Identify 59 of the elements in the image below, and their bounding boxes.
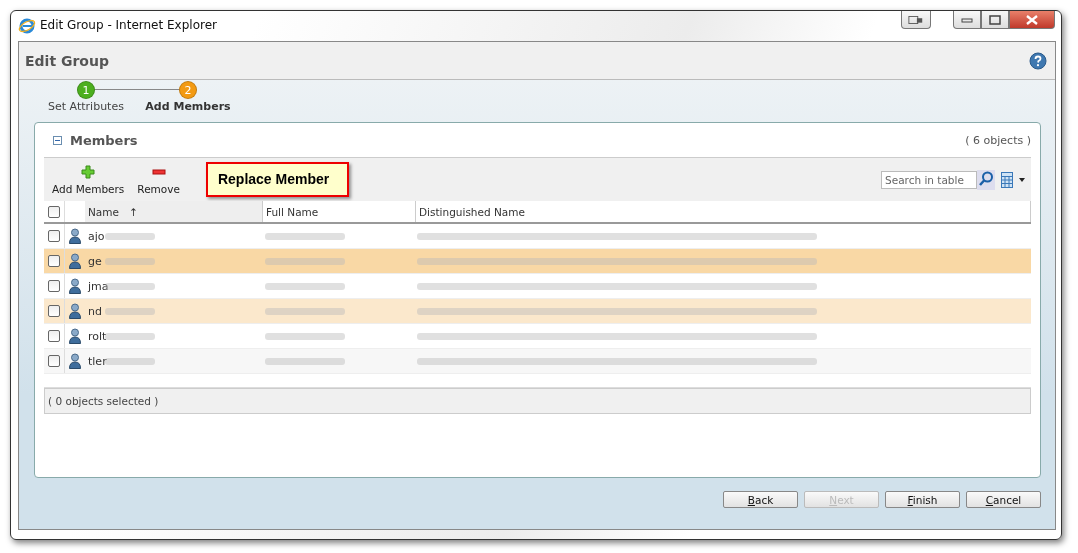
table-cell-text: tler <box>87 354 107 368</box>
compatibility-button[interactable] <box>901 11 931 29</box>
table-row[interactable]: tler <box>44 349 1031 374</box>
user-icon <box>69 228 81 244</box>
dropdown-caret-icon[interactable] <box>1019 177 1025 182</box>
minimize-icon <box>961 16 973 23</box>
wizard-button[interactable]: Cancel <box>966 491 1041 508</box>
table-row[interactable]: jma <box>44 274 1031 299</box>
minimize-button[interactable] <box>953 11 981 29</box>
row-checkbox[interactable] <box>48 330 60 342</box>
table-row[interactable]: ge <box>44 249 1031 274</box>
user-icon <box>69 353 81 369</box>
object-count: ( 6 objects ) <box>965 133 1031 147</box>
step-number: 2 <box>179 81 197 99</box>
collapse-icon[interactable] <box>53 135 62 145</box>
browser-logo-icon <box>18 17 36 35</box>
table-row[interactable]: nd <box>44 299 1031 324</box>
search-field[interactable]: Search in table <box>881 170 977 189</box>
row-checkbox[interactable] <box>48 355 60 367</box>
plus-icon <box>81 164 96 179</box>
column-header[interactable]: Distinguished Name <box>416 201 1031 222</box>
help-icon[interactable] <box>1029 51 1047 70</box>
panel-title: Members <box>70 132 138 148</box>
column-header[interactable]: Full Name <box>263 201 416 222</box>
table-cell-text: ajo <box>87 229 105 243</box>
callout-note: Replace Member <box>205 162 350 197</box>
search-icon[interactable] <box>977 169 995 190</box>
row-checkbox[interactable] <box>48 255 60 267</box>
table-cell-text: jma <box>87 279 109 293</box>
row-checkbox[interactable] <box>48 230 60 242</box>
table-cell-text: nd <box>87 304 102 318</box>
table-row[interactable]: rolt <box>44 324 1031 349</box>
maximize-button[interactable] <box>981 11 1009 29</box>
step-label: Add Members <box>145 100 231 113</box>
wizard-button[interactable]: Finish <box>885 491 960 508</box>
close-button[interactable] <box>1009 11 1055 29</box>
select-all-checkbox[interactable] <box>48 205 60 218</box>
table-cell-text: ge <box>87 254 102 268</box>
compatibility-icon <box>908 14 924 25</box>
window-title: Edit Group - Internet Explorer <box>40 18 217 32</box>
columns-icon[interactable] <box>1001 171 1013 188</box>
wizard-button[interactable]: Back <box>723 491 798 508</box>
user-icon <box>69 253 81 269</box>
step-label: Set Attributes <box>48 100 124 113</box>
close-icon <box>1025 14 1039 25</box>
remove-button[interactable]: Remove <box>136 162 181 197</box>
page-title: Edit Group <box>25 52 109 69</box>
table-row[interactable]: ajo <box>44 224 1031 249</box>
user-icon <box>69 303 81 319</box>
column-header[interactable]: Name ↑ <box>85 201 263 222</box>
selection-status: ( 0 objects selected ) <box>44 388 1031 414</box>
row-checkbox[interactable] <box>48 305 60 317</box>
user-icon <box>69 278 81 294</box>
add-members-button[interactable]: Add Members <box>51 162 126 197</box>
step-number: 1 <box>77 81 95 99</box>
maximize-icon <box>989 14 1001 25</box>
table-cell-text: rolt <box>87 329 107 343</box>
user-icon <box>69 328 81 344</box>
row-checkbox[interactable] <box>48 280 60 292</box>
